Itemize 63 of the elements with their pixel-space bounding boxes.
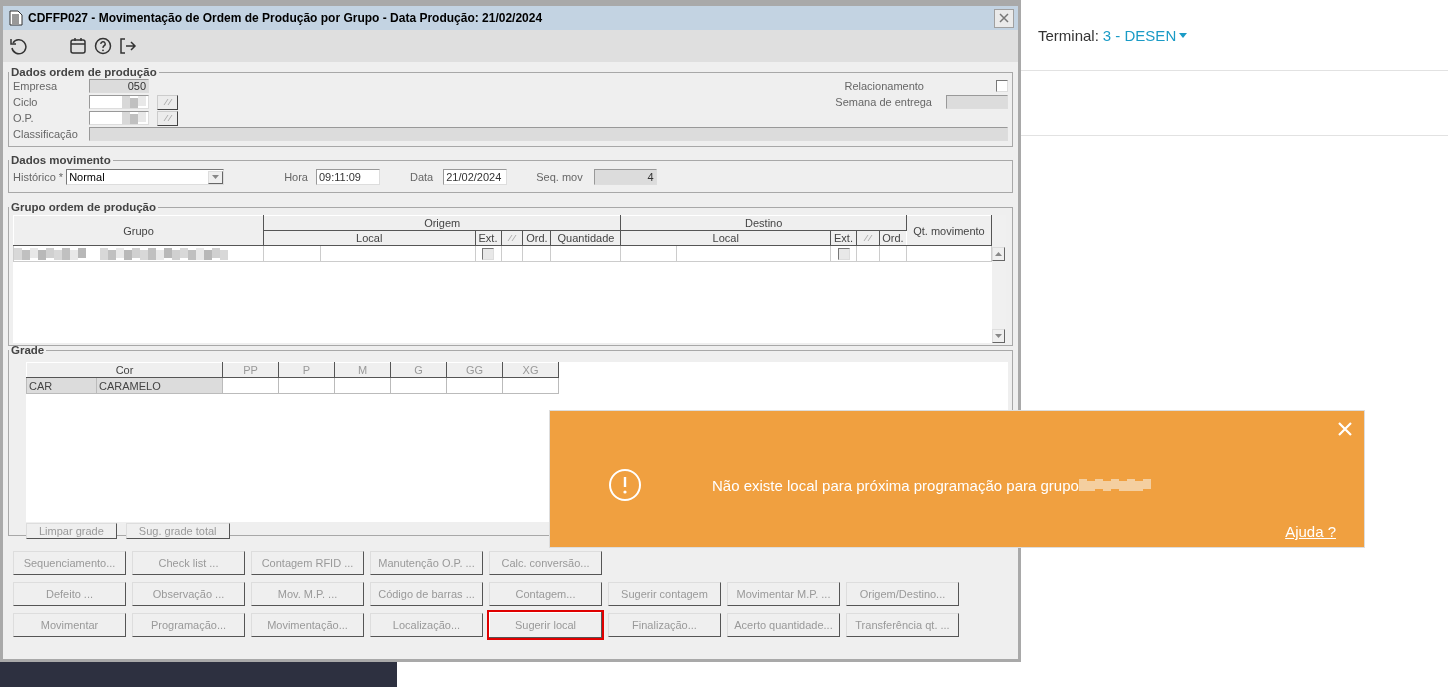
column-header[interactable]: GG xyxy=(446,362,503,378)
hatch-icon xyxy=(162,98,173,106)
field-label: Seq. mov xyxy=(536,171,583,183)
field-label: Classificação xyxy=(13,128,79,140)
column-header[interactable]: M xyxy=(334,362,391,378)
field-label: Hora xyxy=(284,171,308,183)
hatch-icon xyxy=(507,234,517,242)
hatch-icon xyxy=(863,234,873,242)
lookup-button[interactable] xyxy=(157,94,178,110)
help-link[interactable]: Ajuda ? xyxy=(1285,523,1336,540)
calendar-icon[interactable] xyxy=(69,37,87,55)
section-title: Dados ordem de produção xyxy=(10,66,158,78)
input-field[interactable] xyxy=(89,95,149,109)
terminal-label: Terminal: xyxy=(1038,26,1099,44)
hatch-icon xyxy=(162,114,173,122)
caret-icon xyxy=(212,175,220,179)
arrow-down-icon xyxy=(995,334,1002,338)
section-title: Dados movimento xyxy=(10,154,112,166)
caret-icon xyxy=(1179,32,1188,38)
help-icon[interactable] xyxy=(94,37,112,55)
lookup-button[interactable] xyxy=(157,110,178,126)
field-label: Histórico * xyxy=(13,171,64,183)
column-group-header: Origem xyxy=(263,215,621,231)
input-field[interactable]: 09:11:09 xyxy=(315,169,380,185)
column-header[interactable]: P xyxy=(278,362,335,378)
close-button[interactable] xyxy=(994,8,1014,28)
field-label: Ciclo xyxy=(13,96,39,108)
field-label: Empresa xyxy=(13,80,59,92)
input-field[interactable] xyxy=(946,95,1008,109)
field-label: Semana de entrega xyxy=(835,96,932,108)
redacted-text xyxy=(122,96,146,108)
refresh-icon[interactable] xyxy=(9,37,27,55)
window-title: CDFFP027 - Movimentação de Ordem de Produção por Grupo - Data Produção: 21/02/2024 xyxy=(28,11,543,25)
close-icon xyxy=(998,12,1010,24)
input-field[interactable]: 21/02/2024 xyxy=(443,169,508,185)
input-field[interactable]: 050 xyxy=(89,79,149,93)
column-group-header: Destino xyxy=(620,215,907,231)
column-header[interactable]: PP xyxy=(222,362,279,378)
section-title: Grupo ordem de produção xyxy=(10,201,158,213)
alert-icon xyxy=(608,468,642,502)
column-header[interactable]: Qt. movimento xyxy=(906,215,992,246)
close-icon xyxy=(1338,422,1352,436)
column-header[interactable]: Cor xyxy=(26,362,223,378)
redacted-text xyxy=(122,112,146,124)
notification-message: Não existe local para próxima programação para grupo xyxy=(712,476,1079,494)
input-field[interactable] xyxy=(89,111,149,125)
column-header[interactable]: Grupo xyxy=(13,215,264,246)
exit-icon[interactable] xyxy=(119,37,137,55)
field-label: Relacionamento xyxy=(844,80,924,92)
field-label: Data xyxy=(409,171,434,183)
checkbox[interactable] xyxy=(996,80,1008,92)
checkbox[interactable] xyxy=(837,247,850,260)
column-header[interactable]: G xyxy=(390,362,447,378)
checkbox[interactable] xyxy=(482,247,494,260)
document-icon xyxy=(9,10,23,26)
field-label: O.P. xyxy=(13,112,35,124)
terminal-dropdown[interactable]: 3 - DESEN xyxy=(1102,26,1188,44)
column-header[interactable]: XG xyxy=(502,362,559,378)
input-field[interactable]: 4 xyxy=(593,169,657,185)
input-field[interactable] xyxy=(89,127,1008,141)
section-title: Grade xyxy=(10,344,46,356)
arrow-up-icon xyxy=(995,252,1002,256)
dropdown[interactable]: Normal xyxy=(66,169,225,185)
